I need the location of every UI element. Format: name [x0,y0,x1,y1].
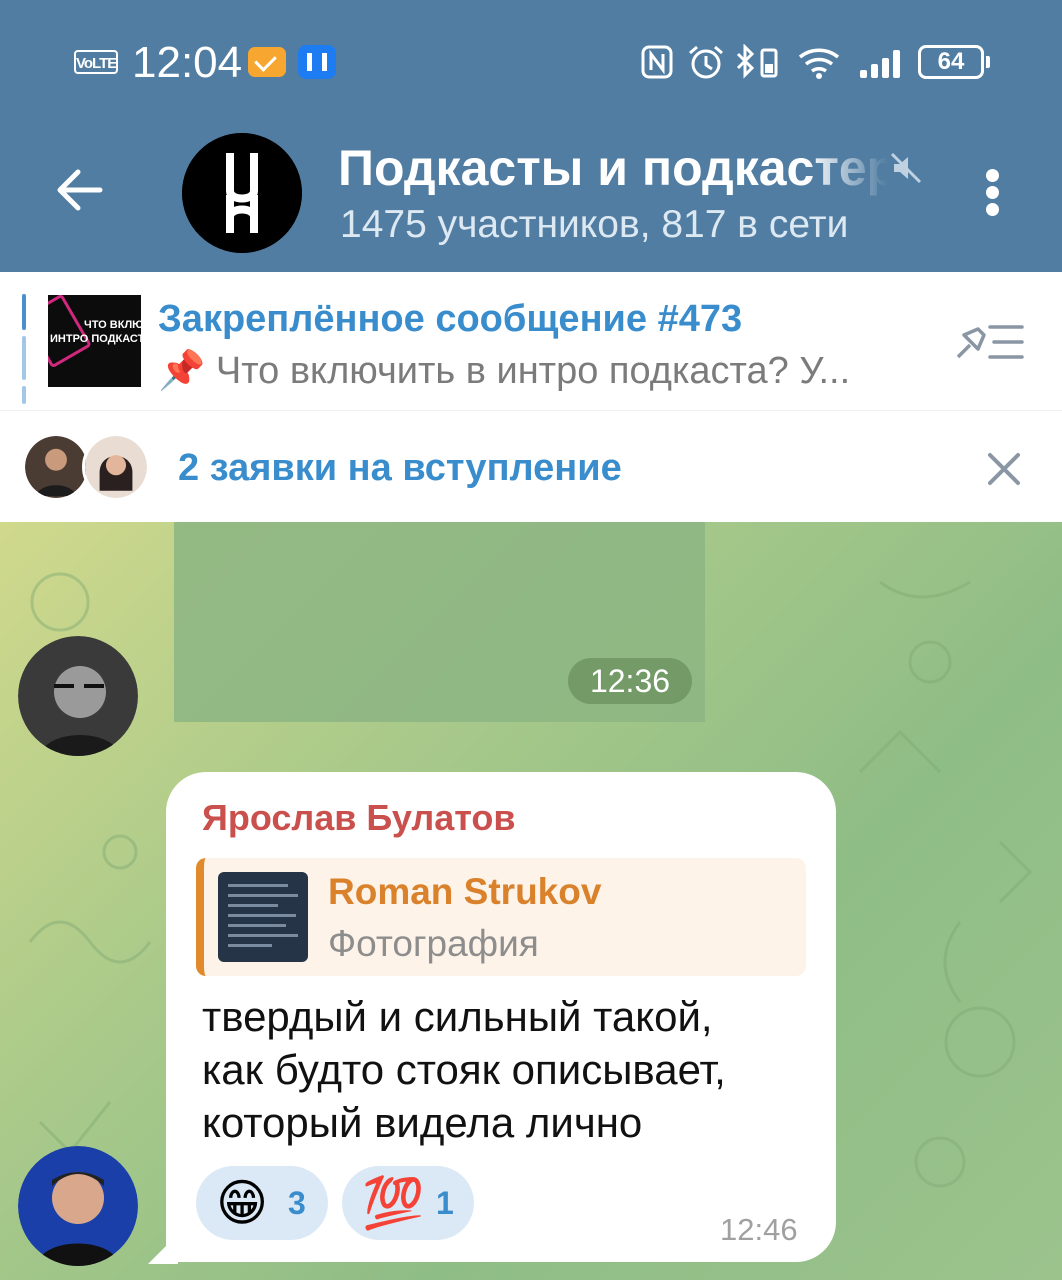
signal-icon [860,46,908,78]
reaction-grin[interactable]: 😁 3 [196,1166,328,1240]
pinned-list-icon[interactable] [950,317,1028,367]
sender-avatar[interactable] [18,1146,138,1266]
battery-icon: 64 [918,45,990,79]
pinned-indicator [22,386,26,404]
join-requests-label: 2 заявки на вступление [178,447,622,489]
reply-thumbnail [218,872,308,962]
reply-author: Roman Strukov [328,871,602,912]
pinned-indicator [22,336,26,380]
status-time: 12:04 [132,38,243,87]
volte-badge: VoLTE [74,50,118,74]
close-icon[interactable] [982,447,1026,491]
message-time: 12:36 [568,658,692,704]
requester-avatar [22,433,90,501]
chat-avatar[interactable] [182,133,302,253]
more-menu-button[interactable] [972,165,1016,221]
reply-quote[interactable]: Roman Strukov Фотография [196,858,806,976]
nfc-icon [641,45,673,79]
sender-avatar[interactable] [18,636,138,756]
pinned-title: Закреплённое сообщение #473 [158,298,743,340]
reaction-hundred[interactable]: 💯 1 [342,1166,474,1240]
reaction-count: 3 [288,1185,306,1221]
chat-messages-area[interactable]: 12:36 Ярослав Булатов Roman Strukov Фото… [0,522,1062,1280]
pinned-thumbnail: ЧТО ВКЛЮ ИНТРО ПОДКАСТА? [48,295,141,387]
back-arrow-icon[interactable] [50,160,110,220]
mail-notification-icon [248,47,286,77]
message-line: твердый и сильный такой, [202,993,713,1040]
reaction-count: 1 [436,1185,454,1221]
pinned-preview: 📌 Что включить в интро подкаста? У... [158,350,851,392]
message-line: который видела лично [202,1099,643,1146]
status-bar: VoLTE 12:04 64 [0,0,1062,125]
mute-icon [890,152,922,184]
bluetooth-battery-icon [736,44,778,79]
sender-name[interactable]: Ярослав Булатов [202,796,516,840]
app-notification-icon [298,45,336,79]
pinned-message-bar[interactable]: ЧТО ВКЛЮ ИНТРО ПОДКАСТА? Закреплённое со… [0,272,1062,410]
requester-avatar [82,433,150,501]
join-requests-bar[interactable]: 2 заявки на вступление [0,410,1062,523]
message-time: 12:46 [720,1212,798,1247]
message-line: как будто стояк описывает, [202,1046,726,1093]
hundred-emoji-icon: 💯 [362,1175,425,1231]
message-text: твердый и сильный такой, как будто стояк… [202,990,822,1149]
reply-type: Фотография [328,923,539,964]
pinned-indicator [22,294,26,330]
alarm-icon [689,45,723,79]
grin-emoji-icon: 😁 [216,1175,269,1231]
wifi-icon [798,48,840,79]
message-bubble[interactable]: Ярослав Булатов Roman Strukov Фотография… [166,772,836,1262]
chat-members-count: 1475 участников, 817 в сети [340,203,849,246]
chat-header: VoLTE 12:04 64 Подкасты и подкастеры 147… [0,0,1062,272]
chat-title[interactable]: Подкасты и подкастеры [338,138,888,198]
